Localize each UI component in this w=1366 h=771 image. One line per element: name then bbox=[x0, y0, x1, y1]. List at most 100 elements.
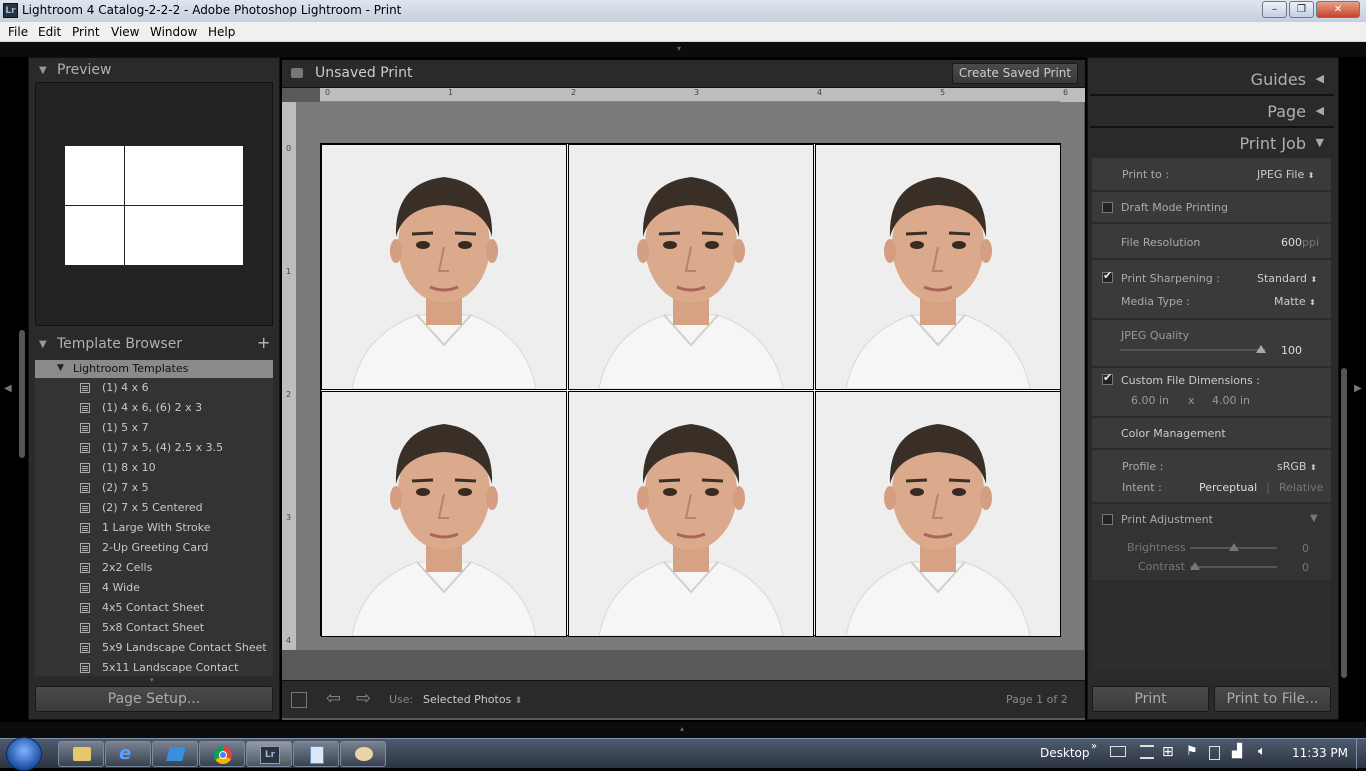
photo-cell[interactable] bbox=[568, 391, 814, 637]
keyboard-icon[interactable] bbox=[1110, 746, 1126, 757]
contrast-knob[interactable] bbox=[1190, 562, 1200, 570]
volume-icon[interactable]: 🔈︎ bbox=[1258, 744, 1266, 759]
chevron-up-icon: ▴ bbox=[680, 724, 685, 733]
left-edge-arrow-icon[interactable]: ◀ bbox=[4, 383, 12, 394]
left-scrollbar[interactable] bbox=[19, 330, 25, 458]
template-browser-collapse-icon[interactable]: ▼ bbox=[39, 339, 47, 350]
windows-flag-icon[interactable]: ⊞ bbox=[1162, 744, 1174, 760]
template-label: 5x8 Contact Sheet bbox=[102, 621, 205, 634]
lightroom-taskbar-button[interactable]: Lr bbox=[246, 741, 292, 767]
print-to-file-button[interactable]: Print to File... bbox=[1214, 686, 1331, 712]
paint-taskbar-button[interactable] bbox=[340, 741, 386, 767]
explorer-taskbar-button[interactable] bbox=[58, 741, 104, 767]
print-sharpening-select[interactable]: Standard ⬍ bbox=[1257, 272, 1317, 285]
template-folder[interactable]: ▼ Lightroom Templates bbox=[35, 360, 273, 378]
collapse-down-icon[interactable]: ▼ bbox=[1310, 513, 1318, 524]
menu-help[interactable]: Help bbox=[208, 25, 235, 39]
page-setup-button[interactable]: Page Setup... bbox=[35, 686, 273, 712]
brightness-value[interactable]: 0 bbox=[1302, 542, 1309, 555]
contrast-slider[interactable] bbox=[1190, 566, 1277, 568]
menu-print[interactable]: Print bbox=[72, 25, 100, 39]
right-scrollbar[interactable] bbox=[1341, 368, 1347, 678]
template-item[interactable]: (2) 7 x 5 Centered bbox=[35, 498, 273, 518]
close-button[interactable]: ✕ bbox=[1316, 1, 1360, 18]
app-taskbar-button[interactable] bbox=[152, 741, 198, 767]
print-to-label: Print to : bbox=[1122, 168, 1170, 181]
color-management-label: Color Management bbox=[1121, 427, 1226, 440]
create-saved-print-button[interactable]: Create Saved Print bbox=[952, 63, 1078, 84]
jpeg-quality-value[interactable]: 100 bbox=[1281, 344, 1302, 357]
profile-select[interactable]: sRGB ⬍ bbox=[1277, 460, 1317, 473]
next-page-icon[interactable]: ⇨ bbox=[356, 688, 371, 709]
template-item[interactable]: (2) 7 x 5 bbox=[35, 478, 273, 498]
ruler-label: 4 bbox=[817, 88, 823, 97]
start-button[interactable] bbox=[6, 737, 42, 771]
toolbar-expand-icon[interactable]: » bbox=[1091, 741, 1097, 752]
print-adjustment-checkbox[interactable] bbox=[1102, 514, 1113, 525]
minimize-button[interactable]: – bbox=[1262, 1, 1287, 18]
jpeg-quality-slider[interactable] bbox=[1120, 349, 1266, 351]
jpeg-quality-knob[interactable] bbox=[1256, 345, 1266, 353]
template-item[interactable]: 4 Wide bbox=[35, 578, 273, 598]
menu-view[interactable]: View bbox=[111, 25, 139, 39]
custom-dimensions-checkbox[interactable] bbox=[1102, 371, 1113, 385]
network-icon[interactable]: ▟ bbox=[1232, 744, 1242, 759]
template-item[interactable]: (1) 8 x 10 bbox=[35, 458, 273, 478]
page-header[interactable]: Page ◀ bbox=[1090, 98, 1334, 126]
battery-icon[interactable] bbox=[1209, 746, 1220, 760]
preview-collapse-icon[interactable]: ▼ bbox=[39, 65, 47, 76]
draft-mode-checkbox[interactable] bbox=[1102, 202, 1113, 213]
print-button[interactable]: Print bbox=[1092, 686, 1209, 712]
maximize-button[interactable]: ❐ bbox=[1289, 1, 1314, 18]
menu-edit[interactable]: Edit bbox=[38, 25, 61, 39]
template-item[interactable]: 5x9 Landscape Contact Sheet bbox=[35, 638, 273, 658]
desktop-toolbar[interactable]: Desktop bbox=[1040, 746, 1090, 760]
add-template-icon[interactable]: + bbox=[257, 333, 270, 352]
photo-cell[interactable] bbox=[568, 144, 814, 390]
template-item[interactable]: 5x8 Contact Sheet bbox=[35, 618, 273, 638]
guides-header[interactable]: Guides ◀ bbox=[1090, 66, 1334, 94]
list-more-icon: ▾ bbox=[150, 676, 154, 684]
photo-cell[interactable] bbox=[321, 144, 567, 390]
bottom-panel-toggle[interactable]: ▴ bbox=[0, 722, 1366, 738]
top-panel-toggle[interactable]: ▾ bbox=[0, 42, 1366, 57]
notepad-taskbar-button[interactable] bbox=[293, 741, 339, 767]
right-edge-arrow-icon[interactable]: ▶ bbox=[1354, 383, 1362, 394]
use-select[interactable]: Selected Photos ⬍ bbox=[423, 693, 522, 706]
dimension-height[interactable]: 4.00 in bbox=[1212, 394, 1250, 407]
print-sharpening-checkbox[interactable] bbox=[1102, 269, 1113, 283]
file-resolution-input[interactable]: 600 bbox=[1281, 236, 1302, 249]
photo-cell[interactable] bbox=[321, 391, 567, 637]
template-browser-header[interactable]: Template Browser bbox=[57, 336, 182, 352]
photo-cell[interactable] bbox=[815, 391, 1061, 637]
intent-relative[interactable]: Relative bbox=[1279, 481, 1323, 494]
template-item[interactable]: (1) 5 x 7 bbox=[35, 418, 273, 438]
touch-icon[interactable] bbox=[1140, 745, 1154, 759]
template-item[interactable]: 4x5 Contact Sheet bbox=[35, 598, 273, 618]
brightness-knob[interactable] bbox=[1229, 543, 1239, 551]
intent-perceptual[interactable]: Perceptual bbox=[1199, 481, 1257, 494]
clock[interactable]: 11:33 PM bbox=[1292, 746, 1348, 760]
show-desktop-button[interactable] bbox=[1356, 739, 1366, 769]
menu-window[interactable]: Window bbox=[150, 25, 197, 39]
menu-file[interactable]: File bbox=[8, 25, 28, 39]
template-item[interactable]: 2x2 Cells bbox=[35, 558, 273, 578]
action-center-flag-icon[interactable]: ⚑ bbox=[1186, 744, 1198, 759]
preview-header[interactable]: Preview bbox=[57, 62, 112, 78]
chrome-taskbar-button[interactable] bbox=[199, 741, 245, 767]
media-type-select[interactable]: Matte ⬍ bbox=[1274, 295, 1316, 308]
template-item[interactable]: (1) 4 x 6 bbox=[35, 378, 273, 398]
print-job-header[interactable]: Print Job ▼ bbox=[1090, 130, 1334, 158]
contrast-value[interactable]: 0 bbox=[1302, 561, 1309, 574]
grid-toggle-icon[interactable] bbox=[291, 692, 307, 708]
template-item[interactable]: (1) 4 x 6, (6) 2 x 3 bbox=[35, 398, 273, 418]
ie-taskbar-button[interactable]: e bbox=[105, 741, 151, 767]
photo-cell[interactable] bbox=[815, 144, 1061, 390]
template-item[interactable]: 5x11 Landscape Contact Sheet bbox=[35, 658, 273, 676]
template-item[interactable]: 1 Large With Stroke bbox=[35, 518, 273, 538]
dimension-width[interactable]: 6.00 in bbox=[1131, 394, 1169, 407]
template-item[interactable]: (1) 7 x 5, (4) 2.5 x 3.5 bbox=[35, 438, 273, 458]
template-item[interactable]: 2-Up Greeting Card bbox=[35, 538, 273, 558]
previous-page-icon[interactable]: ⇦ bbox=[326, 688, 341, 709]
print-to-select[interactable]: JPEG File ⬍ bbox=[1257, 168, 1314, 181]
